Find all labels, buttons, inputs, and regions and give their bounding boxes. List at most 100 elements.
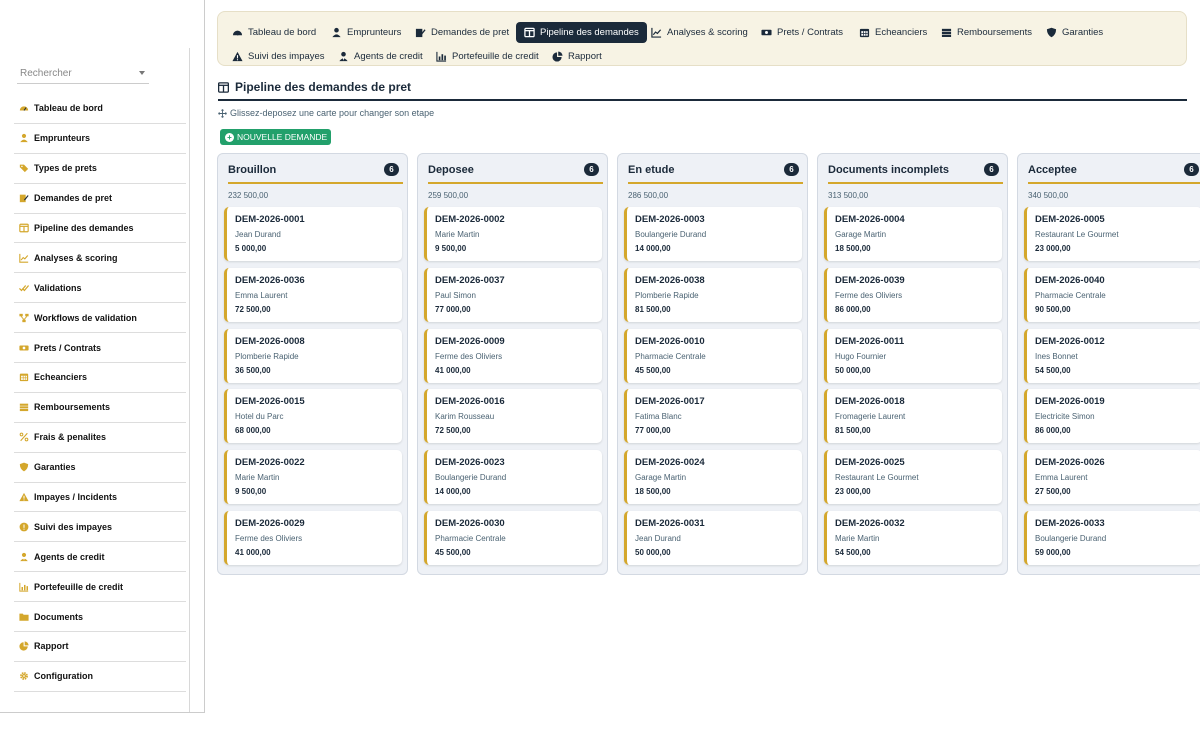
request-card[interactable]: DEM-2026-0017 Fatima Blanc 77 000,00 xyxy=(624,389,802,443)
column-total: 313 500,00 xyxy=(828,191,869,200)
sidebar-item-frais-penalites[interactable]: Frais & penalites xyxy=(14,423,186,453)
card-amount: 9 500,00 xyxy=(435,244,467,253)
request-card[interactable]: DEM-2026-0037 Paul Simon 77 000,00 xyxy=(424,268,602,322)
exclamation-circle-icon xyxy=(19,522,29,532)
tab-demandes-de-pret[interactable]: Demandes de pret xyxy=(407,22,517,43)
request-card[interactable]: DEM-2026-0023 Boulangerie Durand 14 000,00 xyxy=(424,450,602,504)
card-amount: 18 500,00 xyxy=(835,244,871,253)
money-icon xyxy=(761,27,772,38)
sidebar-item-remboursements[interactable]: Remboursements xyxy=(14,393,186,423)
money-stack-icon xyxy=(19,402,29,412)
sidebar-item-demandes-de-pret[interactable]: Demandes de pret xyxy=(14,184,186,214)
request-card[interactable]: DEM-2026-0040 Pharmacie Centrale 90 500,00 xyxy=(1024,268,1200,322)
request-card[interactable]: DEM-2026-0030 Pharmacie Centrale 45 500,00 xyxy=(424,511,602,565)
request-card[interactable]: DEM-2026-0009 Ferme des Oliviers 41 000,00 xyxy=(424,329,602,383)
request-card[interactable]: DEM-2026-0032 Marie Martin 54 500,00 xyxy=(824,511,1002,565)
request-card[interactable]: DEM-2026-0011 Hugo Fournier 50 000,00 xyxy=(824,329,1002,383)
sidebar-item-agents-de-credit[interactable]: Agents de credit xyxy=(14,542,186,573)
sidebar-item-analyses-scoring[interactable]: Analyses & scoring xyxy=(14,243,186,274)
column-header: En etude 6 xyxy=(628,163,803,184)
card-client: Emma Laurent xyxy=(1035,473,1088,482)
request-card[interactable]: DEM-2026-0031 Jean Durand 50 000,00 xyxy=(624,511,802,565)
chevron-down-icon xyxy=(139,71,145,75)
workflow-icon xyxy=(19,313,29,323)
request-card[interactable]: DEM-2026-0015 Hotel du Parc 68 000,00 xyxy=(224,389,402,443)
tab-tableau-de-bord[interactable]: Tableau de bord xyxy=(224,22,324,43)
tab-emprunteurs[interactable]: Emprunteurs xyxy=(323,22,409,43)
tab-echeanciers[interactable]: Echeanciers xyxy=(851,22,935,43)
sidebar-item-pipeline-des-demandes[interactable]: Pipeline des demandes xyxy=(14,214,186,244)
sidebar-item-echeanciers[interactable]: Echeanciers xyxy=(14,363,186,393)
request-card[interactable]: DEM-2026-0001 Jean Durand 5 000,00 xyxy=(224,207,402,261)
tab-prets-contrats[interactable]: Prets / Contrats xyxy=(753,22,851,43)
sidebar-item-documents[interactable]: Documents xyxy=(14,602,186,633)
sidebar-item-validations[interactable]: Validations xyxy=(14,273,186,304)
request-card[interactable]: DEM-2026-0039 Ferme des Oliviers 86 000,00 xyxy=(824,268,1002,322)
column-title: Acceptee xyxy=(1028,164,1077,176)
card-client: Ferme des Oliviers xyxy=(435,352,503,361)
sidebar-item-types-de-prets[interactable]: Types de prets xyxy=(14,154,186,184)
sidebar-item-workflows-de-validation[interactable]: Workflows de validation xyxy=(14,303,186,334)
tab-label: Analyses & scoring xyxy=(667,27,748,38)
request-card[interactable]: DEM-2026-0003 Boulangerie Durand 14 000,00 xyxy=(624,207,802,261)
tab-pipeline-des-demandes[interactable]: Pipeline des demandes xyxy=(516,22,647,43)
pie-chart-icon xyxy=(19,641,29,652)
card-reference: DEM-2026-0037 xyxy=(435,275,505,286)
sidebar-item-garanties[interactable]: Garanties xyxy=(14,453,186,483)
request-card[interactable]: DEM-2026-0029 Ferme des Oliviers 41 000,00 xyxy=(224,511,402,565)
tab-remboursements[interactable]: Remboursements xyxy=(933,22,1040,43)
request-card[interactable]: DEM-2026-0005 Restaurant Le Gourmet 23 000… xyxy=(1024,207,1200,261)
sidebar-item-portefeuille-de-credit[interactable]: Portefeuille de credit xyxy=(14,572,186,603)
page-title-text: Pipeline des demandes de pret xyxy=(235,80,412,94)
edit-document-icon xyxy=(415,27,426,38)
request-card[interactable]: DEM-2026-0012 Ines Bonnet 54 500,00 xyxy=(1024,329,1200,383)
request-card[interactable]: DEM-2026-0016 Karim Rousseau 72 500,00 xyxy=(424,389,602,443)
tab-rapport[interactable]: Rapport xyxy=(544,46,610,67)
sidebar-item-prets-contrats[interactable]: Prets / Contrats xyxy=(14,333,186,364)
request-card[interactable]: DEM-2026-0018 Fromagerie Laurent 81 500,00 xyxy=(824,389,1002,443)
column-total: 259 500,00 xyxy=(428,191,469,200)
sidebar: Rechercher Tableau de bord Emprunteurs Typ… xyxy=(0,0,205,713)
column-count-badge: 6 xyxy=(1184,163,1199,176)
card-reference: DEM-2026-0018 xyxy=(835,396,905,407)
request-card[interactable]: DEM-2026-0036 Emma Laurent 72 500,00 xyxy=(224,268,402,322)
request-card[interactable]: DEM-2026-0025 Restaurant Le Gourmet 23 000… xyxy=(824,450,1002,504)
sidebar-item-tableau-de-bord[interactable]: Tableau de bord xyxy=(14,94,186,124)
card-amount: 77 000,00 xyxy=(635,426,671,435)
sidebar-item-suivi-des-impayes[interactable]: Suivi des impayes xyxy=(14,512,186,543)
sidebar-search-select[interactable]: Rechercher xyxy=(17,66,149,84)
request-card[interactable]: DEM-2026-0022 Marie Martin 9 500,00 xyxy=(224,450,402,504)
request-card[interactable]: DEM-2026-0024 Garage Martin 18 500,00 xyxy=(624,450,802,504)
sidebar-item-rapport[interactable]: Rapport xyxy=(14,632,186,662)
tab-analyses-scoring[interactable]: Analyses & scoring xyxy=(643,22,756,43)
request-card[interactable]: DEM-2026-0002 Marie Martin 9 500,00 xyxy=(424,207,602,261)
request-card[interactable]: DEM-2026-0026 Emma Laurent 27 500,00 xyxy=(1024,450,1200,504)
card-client: Restaurant Le Gourmet xyxy=(1035,230,1119,239)
request-card[interactable]: DEM-2026-0038 Plomberie Rapide 81 500,00 xyxy=(624,268,802,322)
card-reference: DEM-2026-0011 xyxy=(835,336,905,347)
new-request-button[interactable]: + NOUVELLE DEMANDE xyxy=(220,129,331,145)
edit-document-icon xyxy=(19,193,29,203)
sidebar-item-configuration[interactable]: Configuration xyxy=(14,662,186,692)
card-client: Plomberie Rapide xyxy=(635,291,699,300)
column-title: En etude xyxy=(628,164,675,176)
sidebar-item-impayes-incidents[interactable]: Impayes / Incidents xyxy=(14,483,186,513)
tab-garanties[interactable]: Garanties xyxy=(1038,22,1111,43)
card-amount: 45 500,00 xyxy=(635,366,671,375)
request-card[interactable]: DEM-2026-0033 Boulangerie Durand 59 000,00 xyxy=(1024,511,1200,565)
tab-portefeuille-de-credit[interactable]: Portefeuille de credit xyxy=(428,46,547,67)
card-reference: DEM-2026-0038 xyxy=(635,275,705,286)
line-chart-icon xyxy=(19,253,29,263)
card-client: Fatima Blanc xyxy=(635,412,682,421)
tab-agents-de-credit[interactable]: Agents de credit xyxy=(330,46,431,67)
card-amount: 18 500,00 xyxy=(635,487,671,496)
sidebar-item-emprunteurs[interactable]: Emprunteurs xyxy=(14,124,186,154)
request-card[interactable]: DEM-2026-0004 Garage Martin 18 500,00 xyxy=(824,207,1002,261)
card-client: Garage Martin xyxy=(835,230,887,239)
request-card[interactable]: DEM-2026-0010 Pharmacie Centrale 45 500,00 xyxy=(624,329,802,383)
card-amount: 41 000,00 xyxy=(435,366,471,375)
tab-suivi-des-impayes[interactable]: Suivi des impayes xyxy=(224,46,333,67)
request-card[interactable]: DEM-2026-0019 Electricite Simon 86 000,00 xyxy=(1024,389,1200,443)
card-amount: 86 000,00 xyxy=(1035,426,1071,435)
request-card[interactable]: DEM-2026-0008 Plomberie Rapide 36 500,00 xyxy=(224,329,402,383)
